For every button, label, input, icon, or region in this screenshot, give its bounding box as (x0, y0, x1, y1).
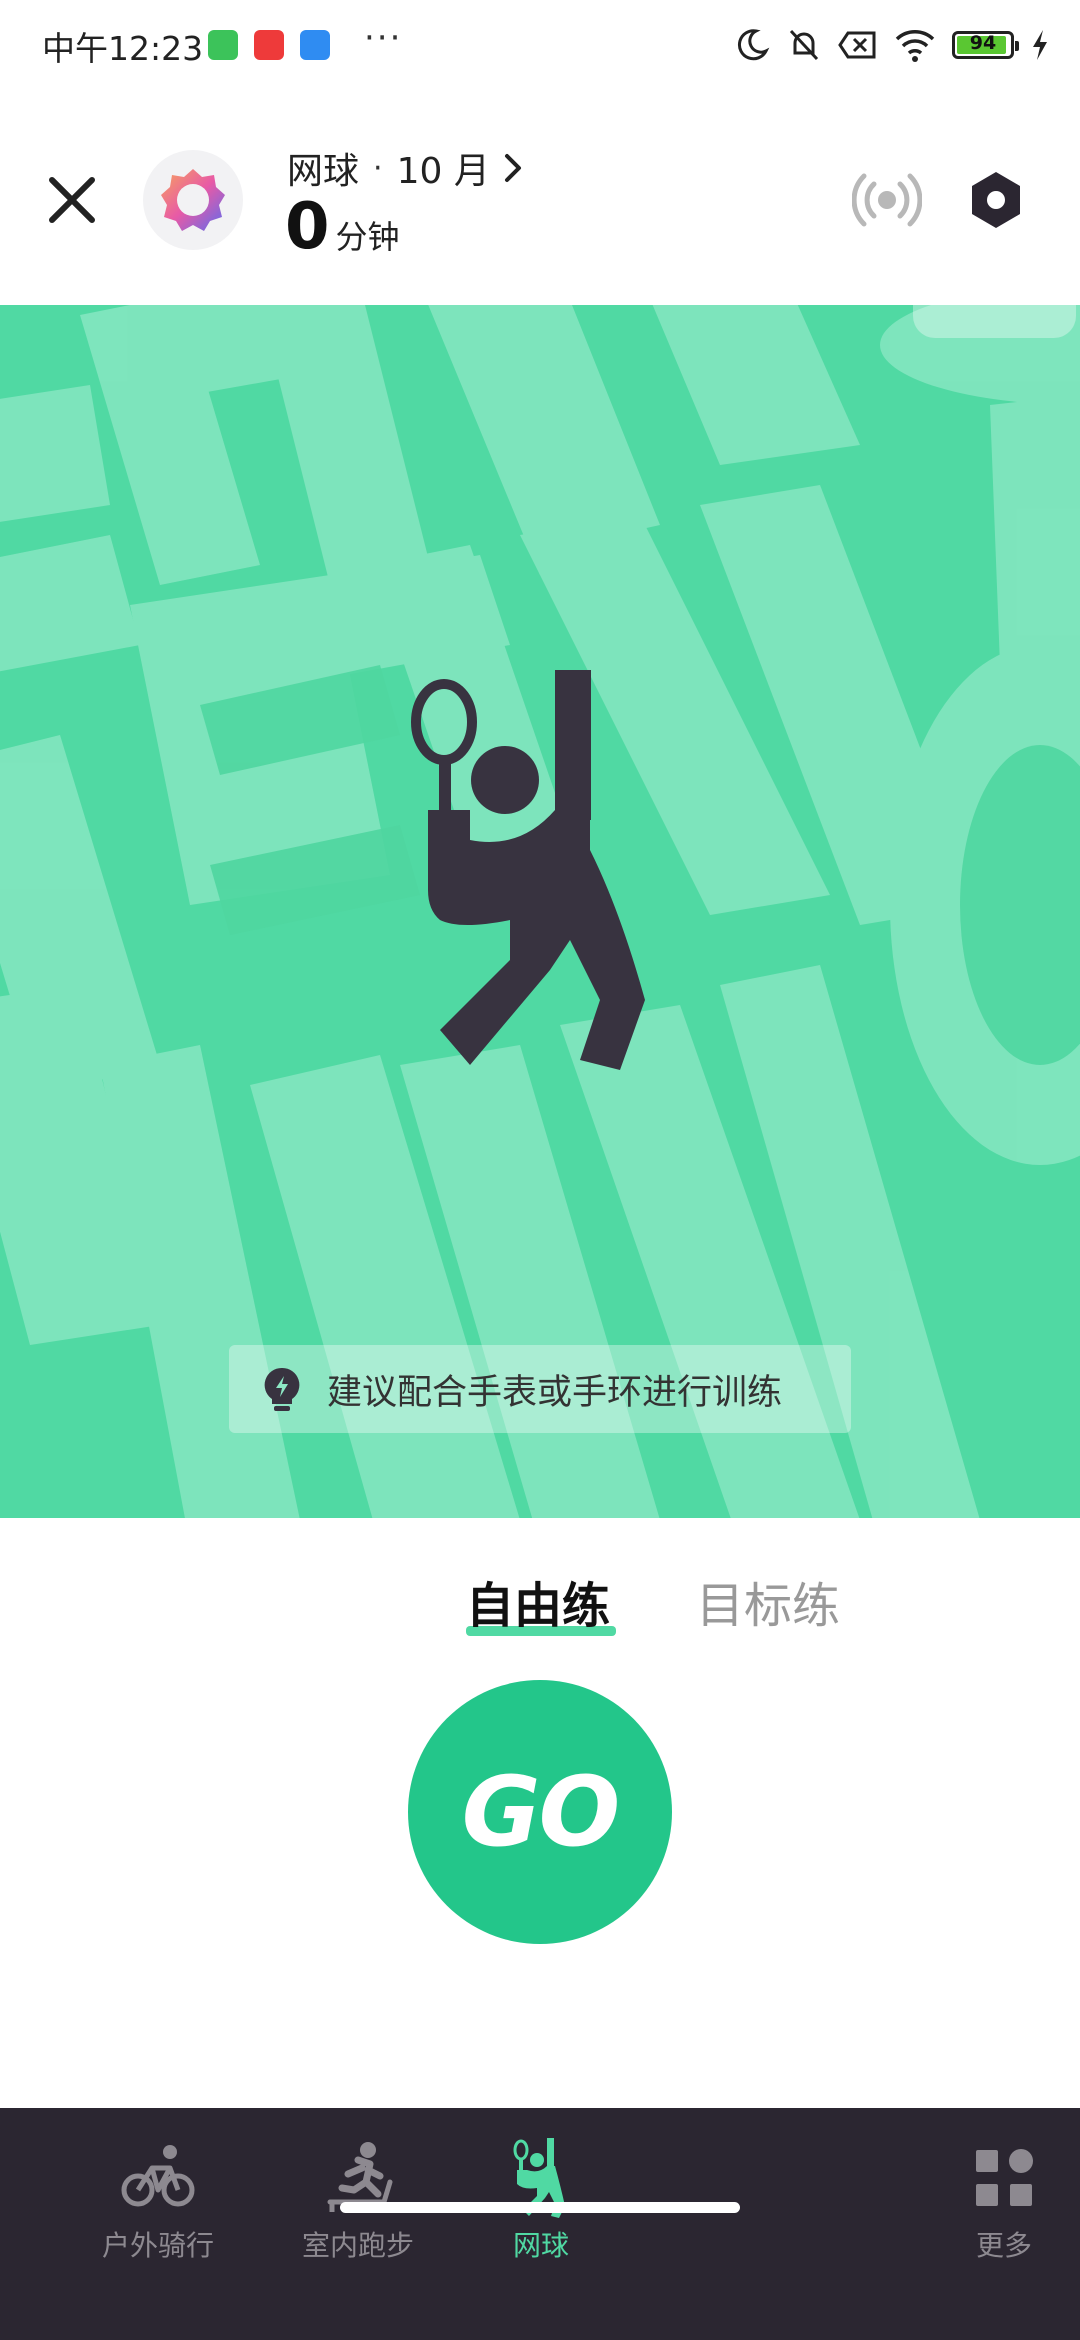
nav-item-more[interactable]: 更多 (924, 2138, 1080, 2264)
go-button-label: GO (461, 1756, 620, 1868)
more-notifications-icon: ··· (364, 18, 403, 58)
watch-status-badge (913, 305, 1076, 338)
battery-percent: 94 (969, 32, 997, 54)
sport-name: 网球 (287, 151, 360, 192)
wechat-notification-icon (208, 30, 238, 60)
month-label: 10 月 (396, 151, 490, 192)
bike-icon (121, 2145, 195, 2207)
minutes-value: 0 (285, 190, 330, 264)
tab-free-practice[interactable]: 自由练 (466, 1566, 610, 1636)
tennis-player-icon (411, 670, 645, 1070)
close-icon (49, 177, 95, 223)
app-notification-icon (254, 30, 284, 60)
sport-hero-banner: 建议配合手表或手环进行训练 (0, 305, 1080, 1520)
nav-label-indoor-running: 室内跑步 (301, 2229, 414, 2262)
grid-icon (976, 2149, 1033, 2206)
minutes-summary: 0 分钟 (285, 190, 400, 264)
start-panel: 自由练 目标练 GO (0, 1518, 1080, 2108)
close-button[interactable] (42, 170, 102, 230)
sport-month-selector[interactable]: 网球 · 10 月 (287, 142, 526, 194)
mute-bell-icon (789, 29, 819, 61)
workout-header: 网球 · 10 月 0 分钟 (0, 90, 1080, 305)
nav-label-tennis: 网球 (512, 2229, 569, 2262)
tab-target-practice[interactable]: 目标练 (696, 1566, 840, 1636)
mode-tabs: 自由练 目标练 (0, 1566, 1080, 1636)
nav-label-outdoor-cycling: 户外骑行 (101, 2229, 214, 2262)
broadcast-button[interactable] (851, 170, 923, 230)
tip-banner: 建议配合手表或手环进行训练 (229, 1345, 851, 1433)
status-time: 中午12:23 (42, 29, 204, 68)
tip-text: 建议配合手表或手环进行训练 (327, 1372, 783, 1413)
message-notification-icon (300, 30, 330, 60)
title-separator: · (373, 150, 383, 186)
logo-icon (161, 169, 225, 231)
wifi-icon (895, 30, 935, 62)
battery-icon: 94 (952, 31, 1019, 59)
status-bar: 中午12:23 ··· 94 (0, 0, 1080, 90)
broadcast-icon (851, 173, 923, 227)
no-sim-icon (838, 31, 876, 59)
app-logo[interactable] (143, 150, 243, 250)
system-icons: 94 (734, 22, 1050, 68)
nav-item-indoor-running[interactable]: 室内跑步 (278, 2138, 438, 2264)
lightbulb-icon (264, 1367, 300, 1411)
settings-button[interactable] (966, 170, 1026, 230)
go-button[interactable]: GO (408, 1680, 672, 1944)
notification-icons (208, 28, 330, 62)
nav-label-more: 更多 (975, 2229, 1032, 2262)
settings-icon (972, 172, 1020, 228)
nav-item-outdoor-cycling[interactable]: 户外骑行 (78, 2138, 238, 2264)
charging-icon (1033, 30, 1047, 60)
minutes-unit: 分钟 (335, 218, 400, 256)
dnd-moon-icon (737, 29, 770, 61)
chevron-right-icon (504, 154, 521, 182)
home-indicator[interactable] (340, 2202, 740, 2213)
bottom-navigation: 户外骑行 室内跑步 网球 更多 (0, 2108, 1080, 2340)
nav-item-tennis[interactable]: 网球 (461, 2138, 621, 2264)
